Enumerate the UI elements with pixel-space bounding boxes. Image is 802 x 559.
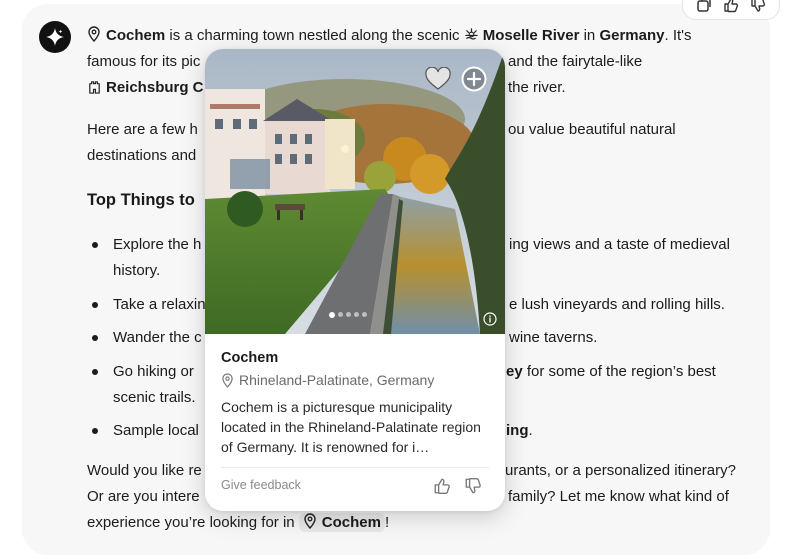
text-span: experience you’re looking for in: [87, 514, 295, 531]
copy-icon[interactable]: [695, 0, 713, 14]
text-span: ou value beautiful natural: [508, 121, 676, 138]
text-span: Wander the c: [113, 329, 202, 346]
text-span: Here are a few h: [87, 121, 198, 138]
place-photo[interactable]: [205, 49, 505, 334]
town-link[interactable]: Cochem: [322, 514, 381, 531]
thumbs-up-icon[interactable]: [722, 0, 740, 14]
text-span: Sample local: [113, 422, 199, 439]
heart-icon[interactable]: [425, 67, 451, 91]
river-icon: [464, 28, 478, 40]
thumbs-up-icon[interactable]: [433, 477, 451, 495]
place-title: Cochem: [221, 350, 279, 366]
link-bold[interactable]: ey: [506, 363, 523, 380]
assistant-avatar: [39, 21, 71, 53]
plus-circle-icon[interactable]: [461, 66, 487, 92]
section-heading: Top Things to: [87, 191, 195, 209]
photo-carousel-dots[interactable]: [329, 311, 367, 318]
text-span: famous for its pic: [87, 53, 201, 70]
river-link[interactable]: Moselle River: [483, 27, 580, 44]
text-span: Would you like re: [87, 462, 202, 479]
text-span: !: [384, 514, 390, 531]
text-span: wine taverns.: [509, 329, 598, 346]
thumbs-down-icon[interactable]: [749, 0, 767, 14]
text-span: Or are you intere: [87, 488, 200, 505]
map-pin-icon: [222, 372, 233, 388]
country-link[interactable]: Germany: [599, 27, 664, 44]
castle-link[interactable]: Reichsburg C: [106, 79, 204, 96]
map-pin-icon: [304, 513, 316, 529]
text-span: Go hiking or: [113, 363, 194, 380]
text-span: family? Let me know what kind of: [508, 488, 729, 505]
text-span: .: [528, 422, 533, 439]
give-feedback-label[interactable]: Give feedback: [221, 478, 301, 492]
text-span: is a charming town nestled along the sce…: [169, 27, 460, 44]
feedback-buttons: [433, 477, 482, 495]
text-span: the river.: [508, 79, 566, 96]
link-bold[interactable]: ing: [506, 422, 529, 439]
text-span: Take a relaxin: [113, 296, 206, 313]
text-span: destinations and: [87, 147, 197, 164]
text-span: ing views and a taste of medieval: [509, 236, 730, 253]
map-pin-icon: [88, 26, 100, 42]
text-span: e lush vineyards and rolling hills.: [509, 296, 725, 313]
carousel-dot[interactable]: [362, 312, 367, 317]
town-chip[interactable]: Cochem: [298, 513, 385, 532]
text-span: urants, or a personalized itinerary?: [505, 462, 736, 479]
location-text: Rhineland-Palatinate, Germany: [239, 372, 435, 388]
carousel-dot[interactable]: [338, 312, 343, 317]
place-popup-card: Cochem Rhineland-Palatinate, Germany Coc…: [205, 49, 505, 511]
sparkle-icon: [46, 28, 64, 46]
carousel-dot[interactable]: [354, 312, 359, 317]
carousel-dot[interactable]: [329, 311, 335, 318]
text-span: in: [583, 27, 596, 44]
place-description: Cochem is a picturesque municipality loc…: [221, 399, 481, 455]
text-span: and the fairytale-like: [508, 53, 643, 70]
info-icon[interactable]: [483, 312, 497, 326]
carousel-dot[interactable]: [346, 312, 351, 317]
castle-icon: [89, 81, 100, 94]
text-span: for some of the region’s best: [522, 363, 716, 380]
town-link[interactable]: Cochem: [106, 27, 165, 44]
text-span: . It's: [664, 27, 692, 44]
text-span: Explore the h: [113, 236, 202, 253]
message-actions-bar: [682, 0, 780, 20]
thumbs-down-icon[interactable]: [464, 477, 482, 495]
divider: [221, 467, 489, 468]
place-location: Rhineland-Palatinate, Germany: [221, 372, 434, 388]
